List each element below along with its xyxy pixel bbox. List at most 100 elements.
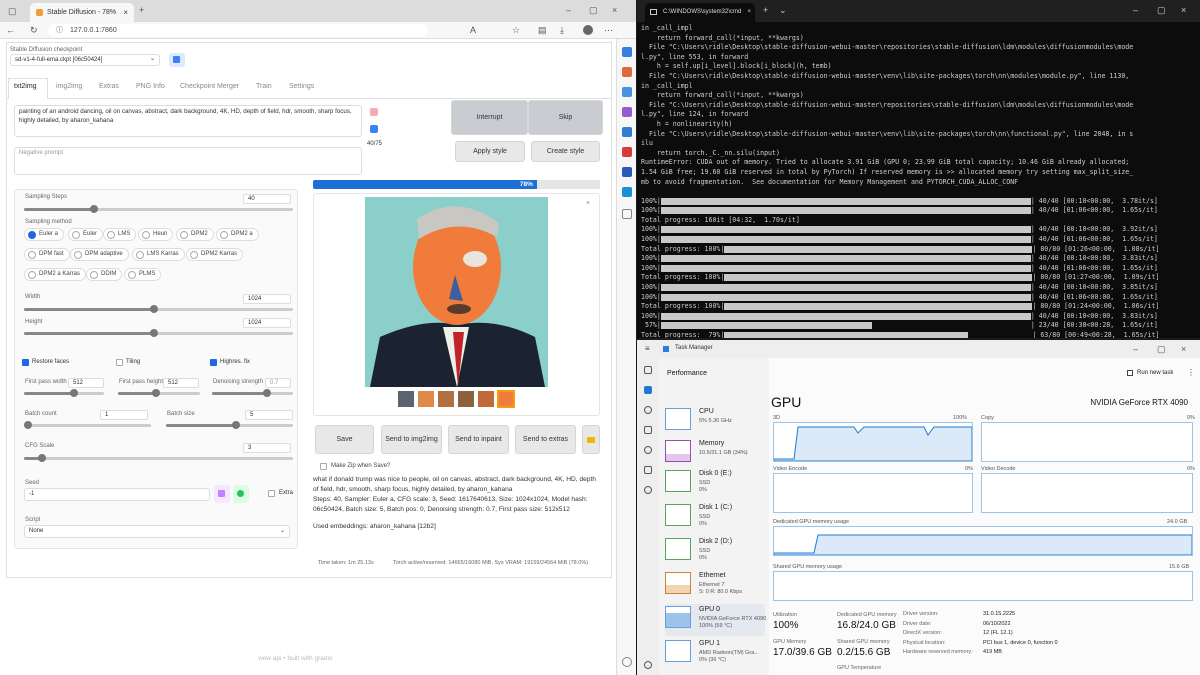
- radio-lms-karras[interactable]: LMS Karras: [132, 248, 185, 261]
- radio-euler[interactable]: Euler: [68, 228, 104, 241]
- run-new-task-button[interactable]: Run new task: [1137, 370, 1173, 376]
- cfg-scale-input[interactable]: 3: [243, 443, 291, 453]
- slider-knob[interactable]: [232, 421, 240, 429]
- search-icon[interactable]: [622, 47, 632, 57]
- apply-style-button[interactable]: Apply style: [455, 141, 525, 162]
- refresh-checkpoint-button[interactable]: [169, 53, 185, 67]
- favorite-icon[interactable]: ☆: [512, 24, 520, 36]
- tm-item-disk-0-e[interactable]: Disk 0 (E:) SSD 0%: [665, 468, 765, 500]
- batch-size-input[interactable]: 5: [245, 410, 293, 420]
- games-icon[interactable]: [622, 107, 632, 117]
- back-icon[interactable]: ←: [6, 24, 15, 36]
- refresh-icon[interactable]: ↻: [30, 24, 38, 36]
- settings-icon[interactable]: [644, 661, 652, 669]
- restore-faces-checkbox[interactable]: [22, 359, 29, 366]
- slider-knob[interactable]: [150, 329, 158, 337]
- read-aloud-icon[interactable]: A: [470, 24, 476, 36]
- batch-count-input[interactable]: 1: [100, 410, 148, 420]
- downloads-icon[interactable]: ⤓: [560, 24, 564, 36]
- first-pass-height-slider[interactable]: [118, 389, 200, 397]
- denoising-input[interactable]: 0.7: [265, 378, 291, 388]
- services-icon[interactable]: [644, 486, 652, 494]
- menu-icon[interactable]: ≡: [645, 344, 650, 353]
- minimize-icon[interactable]: –: [566, 4, 571, 16]
- radio-heun[interactable]: Heun: [138, 228, 174, 241]
- radio-dpm2-a-karras[interactable]: DPM2 a Karras: [24, 268, 87, 281]
- tab-checkpoint-merger[interactable]: Checkpoint Merger: [180, 83, 239, 90]
- new-tab-icon[interactable]: +: [139, 4, 144, 16]
- settings-icon[interactable]: [622, 657, 632, 667]
- denoising-slider[interactable]: [212, 389, 293, 397]
- thumbnail-4[interactable]: [478, 391, 494, 407]
- run-task-icon[interactable]: [1127, 370, 1133, 376]
- history-icon[interactable]: [644, 406, 652, 414]
- close-icon[interactable]: ×: [1181, 4, 1186, 16]
- first-pass-width-input[interactable]: 512: [68, 378, 104, 388]
- radio-ddim[interactable]: DDIM: [86, 268, 123, 281]
- radio-dpm-fast[interactable]: DPM fast: [24, 248, 70, 261]
- save-button[interactable]: Save: [315, 425, 374, 454]
- highres-fix-checkbox[interactable]: [210, 359, 217, 366]
- send-to-img2img-button[interactable]: Send to img2img: [381, 425, 442, 454]
- save-style-icon[interactable]: [370, 125, 378, 133]
- slider-knob[interactable]: [38, 454, 46, 462]
- open-folder-button[interactable]: [582, 425, 600, 454]
- tm-item-gpu-1[interactable]: GPU 1 AMD Radeon(TM) Gra... 0% (36 °C): [665, 638, 765, 670]
- tm-item-disk-1-c[interactable]: Disk 1 (C:) SSD 0%: [665, 502, 765, 534]
- more-icon[interactable]: ⋮: [1187, 368, 1195, 377]
- thumbnail-0[interactable]: [398, 391, 414, 407]
- tab-extras[interactable]: Extras: [99, 83, 119, 90]
- tab-train[interactable]: Train: [256, 83, 272, 90]
- chevron-down-icon[interactable]: ⌄: [779, 4, 787, 16]
- script-select[interactable]: None ⌄: [24, 525, 290, 538]
- performance-icon[interactable]: [644, 386, 652, 394]
- users-icon[interactable]: [644, 446, 652, 454]
- tm-item-disk-2-d[interactable]: Disk 2 (D:) SSD 0%: [665, 536, 765, 568]
- new-tab-icon[interactable]: +: [763, 4, 768, 16]
- tm-item-cpu[interactable]: CPU 5% 5.36 GHz: [665, 406, 765, 438]
- office-icon[interactable]: [622, 147, 632, 157]
- tm-item-memory[interactable]: Memory 10.5/31.1 GB (34%): [665, 438, 765, 470]
- batch-size-slider[interactable]: [166, 421, 293, 429]
- cmd-tab[interactable]: C:\WINDOWS\system32\cmd ×: [645, 3, 755, 22]
- cmd-tab-close-icon[interactable]: ×: [747, 3, 751, 22]
- drop-icon[interactable]: [622, 187, 632, 197]
- collections-icon[interactable]: ▤: [538, 24, 547, 36]
- cfg-scale-slider[interactable]: [24, 454, 293, 462]
- reuse-seed-button[interactable]: [233, 485, 249, 503]
- first-pass-width-slider[interactable]: [24, 389, 104, 397]
- tab-close-icon[interactable]: ×: [123, 8, 128, 17]
- random-seed-button[interactable]: [214, 485, 230, 503]
- close-icon[interactable]: ×: [612, 4, 617, 16]
- processes-icon[interactable]: [644, 366, 652, 374]
- word-icon[interactable]: [622, 167, 632, 177]
- startup-icon[interactable]: [644, 426, 652, 434]
- batch-count-slider[interactable]: [24, 421, 151, 429]
- minimize-icon[interactable]: –: [1133, 4, 1138, 16]
- slider-knob[interactable]: [150, 305, 158, 313]
- tab-txt2img[interactable]: txt2img: [14, 83, 37, 90]
- send-to-inpaint-button[interactable]: Send to inpaint: [448, 425, 509, 454]
- address-input[interactable]: ⓘ 127.0.0.1:7860: [48, 24, 428, 37]
- shopping-icon[interactable]: [622, 87, 632, 97]
- outlook-icon[interactable]: [622, 127, 632, 137]
- checkpoint-select[interactable]: sd-v1-4-full-ema.ckpt [06c50424] ⌄: [10, 54, 160, 66]
- height-slider[interactable]: [24, 329, 293, 337]
- seed-input[interactable]: -1: [24, 488, 210, 501]
- radio-dpm2-karras[interactable]: DPM2 Karras: [186, 248, 244, 261]
- thumbnail-1[interactable]: [418, 391, 434, 407]
- gallery-close-icon[interactable]: ×: [586, 200, 590, 207]
- make-zip-checkbox[interactable]: [320, 463, 327, 470]
- height-input[interactable]: 1024: [243, 318, 291, 328]
- footer-links[interactable]: view api • built with gradio: [258, 655, 333, 662]
- profile-avatar[interactable]: [583, 25, 593, 35]
- thumbnail-3[interactable]: [458, 391, 474, 407]
- more-icon[interactable]: ⋯: [604, 24, 613, 36]
- browser-tab[interactable]: Stable Diffusion - 78% ×: [30, 3, 134, 22]
- tab-actions-icon[interactable]: ▢: [8, 5, 17, 17]
- maximize-icon[interactable]: ▢: [1157, 4, 1166, 16]
- first-pass-height-input[interactable]: 512: [163, 378, 199, 388]
- slider-knob[interactable]: [90, 205, 98, 213]
- send-to-extras-button[interactable]: Send to extras: [515, 425, 576, 454]
- radio-euler-a[interactable]: Euler a: [24, 228, 65, 241]
